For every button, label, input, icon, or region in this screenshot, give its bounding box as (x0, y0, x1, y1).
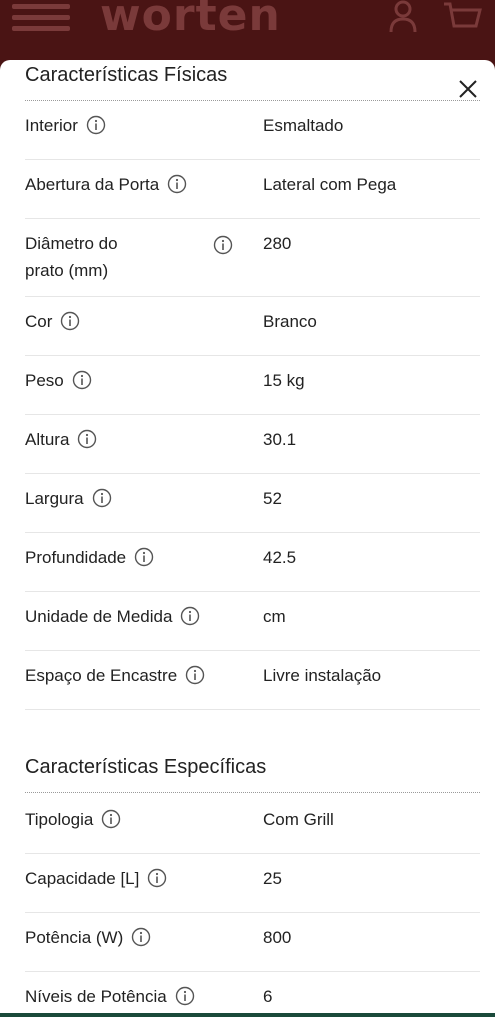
spec-value: 15 kg (263, 371, 305, 390)
spec-value: 280 (263, 234, 292, 253)
info-icon[interactable] (134, 547, 154, 567)
section-title-specific: Características Específicas (25, 756, 267, 778)
spec-label: Abertura da Porta (25, 175, 160, 194)
info-icon[interactable] (101, 809, 121, 829)
spec-value: 52 (263, 489, 282, 508)
info-icon[interactable] (72, 370, 92, 390)
spec-row: Interior Esmaltado (25, 112, 480, 160)
spec-value: cm (263, 607, 286, 626)
spec-label: Largura (25, 489, 84, 508)
spec-value: Lateral com Pega (263, 175, 397, 194)
info-icon[interactable] (77, 429, 97, 449)
spec-value: 800 (263, 928, 292, 947)
spec-value: Com Grill (263, 810, 334, 829)
spec-label: prato (mm) (25, 261, 109, 280)
spec-label: Tipologia (25, 810, 94, 829)
spec-row: Peso 15 kg (25, 367, 480, 415)
info-icon[interactable] (213, 235, 233, 255)
spec-value: Branco (263, 312, 317, 331)
spec-value: Livre instalação (263, 666, 382, 685)
info-icon[interactable] (147, 868, 167, 888)
spec-label: Cor (25, 312, 53, 331)
info-icon[interactable] (86, 115, 106, 135)
spec-row: Diâmetro do prato (mm) 280 (25, 230, 480, 297)
info-icon[interactable] (92, 488, 112, 508)
menu-icon[interactable] (12, 4, 70, 34)
section-title-physical: Características Físicas (25, 64, 228, 86)
spec-row: Níveis de Potência 6 (25, 983, 480, 1013)
spec-value: 30.1 (263, 430, 297, 449)
spec-value: Esmaltado (263, 116, 344, 135)
spec-label: Altura (25, 430, 70, 449)
spec-label: Potência (W) (25, 928, 124, 947)
user-icon[interactable] (388, 0, 418, 34)
spec-value: 25 (263, 869, 282, 888)
info-icon[interactable] (60, 311, 80, 331)
spec-row: Cor Branco (25, 308, 480, 356)
info-icon[interactable] (185, 665, 205, 685)
spec-label: Peso (25, 371, 64, 390)
spec-row: Abertura da Porta Lateral com Pega (25, 171, 480, 219)
spec-label: Capacidade [L] (25, 869, 140, 888)
info-icon[interactable] (175, 986, 195, 1006)
divider (25, 100, 480, 101)
spec-row: Espaço de Encastre Livre instalação (25, 662, 480, 710)
divider (25, 792, 480, 793)
spec-row: Profundidade 42.5 (25, 544, 480, 592)
spec-label: Diâmetro do (25, 234, 118, 253)
worten-logo[interactable]: worten (100, 0, 281, 41)
spec-row: Potência (W) 800 (25, 924, 480, 972)
spec-row: Largura 52 (25, 485, 480, 533)
info-icon[interactable] (180, 606, 200, 626)
spec-label: Interior (25, 116, 78, 135)
spec-label: Espaço de Encastre (25, 666, 178, 685)
spec-label: Profundidade (25, 548, 127, 567)
spec-row: Unidade de Medida cm (25, 603, 480, 651)
spec-row: Altura 30.1 (25, 426, 480, 474)
spec-value: 6 (263, 987, 273, 1006)
bottom-edge (0, 1013, 495, 1017)
specs-sheet: Características Físicas Interior Esmalta… (0, 60, 495, 1013)
cart-icon[interactable] (442, 0, 482, 34)
info-icon[interactable] (131, 927, 151, 947)
close-icon[interactable] (457, 78, 479, 100)
spec-label: Níveis de Potência (25, 987, 167, 1006)
spec-row: Tipologia Com Grill (25, 806, 480, 854)
spec-value: 42.5 (263, 548, 297, 567)
spec-row: Capacidade [L] 25 (25, 865, 480, 913)
spec-label: Unidade de Medida (25, 607, 173, 626)
info-icon[interactable] (167, 174, 187, 194)
